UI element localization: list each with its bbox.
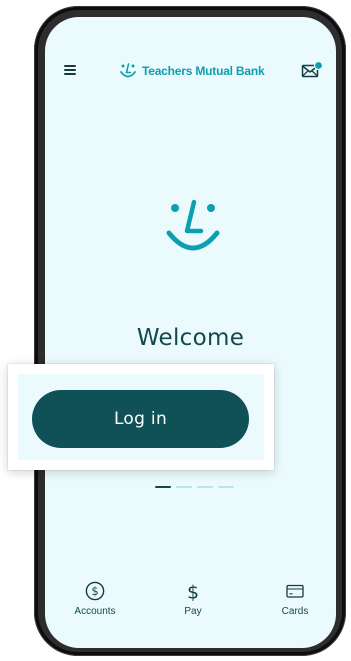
welcome-heading: Welcome xyxy=(136,325,245,351)
nav-label-pay: Pay xyxy=(184,606,202,617)
nav-item-accounts[interactable]: $ Accounts xyxy=(57,577,133,627)
nav-label-cards: Cards xyxy=(281,606,309,617)
nav-item-pay[interactable]: $ Pay xyxy=(155,577,231,627)
credit-card-icon xyxy=(286,584,304,598)
top-bar: Teachers Mutual Bank xyxy=(45,57,336,85)
carousel-dot[interactable] xyxy=(218,486,234,488)
notification-badge xyxy=(313,61,323,71)
dollar-sign-icon: $ xyxy=(187,582,199,602)
svg-text:$: $ xyxy=(91,584,98,598)
brand-name: Teachers Mutual Bank xyxy=(142,64,265,78)
nav-label-accounts: Accounts xyxy=(74,606,116,617)
smile-logo-large-icon xyxy=(166,199,220,251)
login-highlight-card: Log in xyxy=(8,364,274,470)
brand-logo-lockup: Teachers Mutual Bank xyxy=(118,59,265,83)
app-screen: Teachers Mutual Bank Welcome $ Accounts … xyxy=(45,17,336,648)
carousel-dot[interactable] xyxy=(197,486,213,488)
login-button[interactable]: Log in xyxy=(32,390,249,448)
carousel-indicator xyxy=(155,486,239,489)
smile-logo-icon xyxy=(120,63,136,78)
svg-text:$: $ xyxy=(187,582,199,602)
carousel-dot[interactable] xyxy=(176,486,192,488)
login-highlight-inner: Log in xyxy=(18,374,264,460)
hamburger-menu-icon[interactable] xyxy=(64,65,76,75)
bottom-navigation: $ Accounts $ Pay Cards xyxy=(45,577,336,627)
nav-item-cards[interactable]: Cards xyxy=(257,577,333,627)
dollar-circle-icon: $ xyxy=(85,581,105,601)
app-screenshot: Teachers Mutual Bank Welcome $ Accounts … xyxy=(0,0,351,661)
mail-notification-icon[interactable] xyxy=(301,61,323,79)
carousel-dot[interactable] xyxy=(155,486,171,488)
